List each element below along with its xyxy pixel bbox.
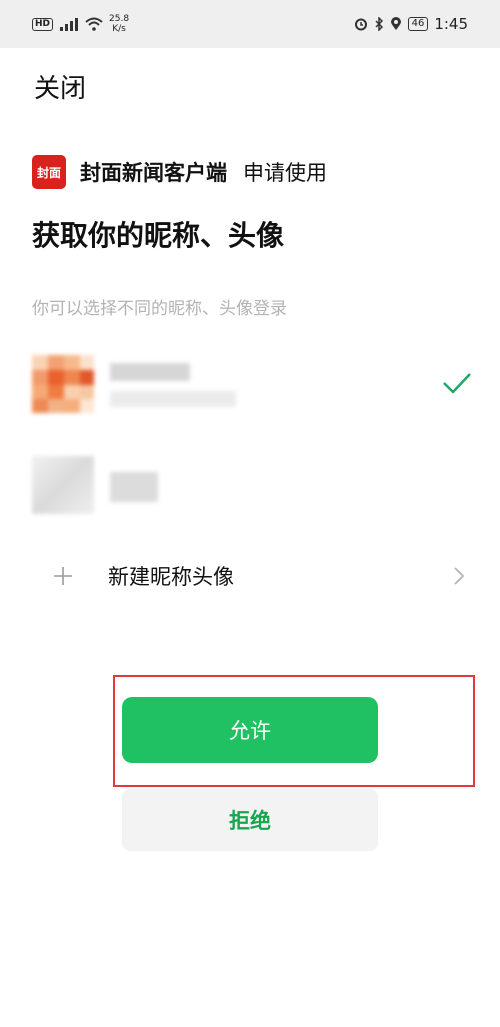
- status-bar-left: HD 25.8 K/s: [32, 14, 129, 34]
- profile-option-2[interactable]: [32, 456, 472, 516]
- new-profile-row[interactable]: 新建昵称头像: [32, 548, 472, 604]
- page-title: 获取你的昵称、头像: [32, 219, 285, 252]
- battery-indicator: 46: [407, 17, 429, 31]
- bluetooth-icon: [375, 17, 383, 31]
- blurred-nickname: [110, 363, 190, 381]
- app-request-row: 封面 封面新闻客户端 申请使用: [32, 155, 327, 189]
- app-name: 封面新闻客户端: [80, 161, 227, 185]
- app-logo: 封面: [32, 155, 66, 189]
- page-subtitle: 你可以选择不同的昵称、头像登录: [32, 299, 287, 319]
- alarm-icon: [354, 18, 367, 31]
- avatar-mosaic: [32, 355, 94, 413]
- plus-icon: [54, 567, 72, 585]
- avatar-blurred: [32, 456, 94, 514]
- blurred-nickname: [110, 472, 158, 502]
- blurred-subtext: [110, 391, 236, 407]
- status-bar-right: 46 1:45: [354, 15, 468, 33]
- deny-button[interactable]: 拒绝: [122, 789, 378, 851]
- location-icon: [390, 17, 401, 30]
- wifi-icon: [85, 17, 103, 31]
- network-speed: 25.8 K/s: [109, 14, 130, 34]
- close-button[interactable]: 关闭: [34, 68, 86, 105]
- app-request-text: 申请使用: [243, 161, 327, 185]
- status-time: 1:45: [434, 15, 468, 33]
- avatar-blurred: [32, 355, 94, 413]
- allow-button[interactable]: 允许: [122, 697, 378, 763]
- hd-badge: HD: [32, 17, 54, 31]
- signal-icon: [60, 18, 79, 31]
- check-icon: [443, 373, 471, 394]
- new-profile-label: 新建昵称头像: [108, 565, 234, 589]
- status-bar: HD 25.8 K/s 46 1:45: [0, 0, 500, 48]
- profile-option-1[interactable]: [32, 355, 472, 415]
- chevron-right-icon: [454, 567, 465, 585]
